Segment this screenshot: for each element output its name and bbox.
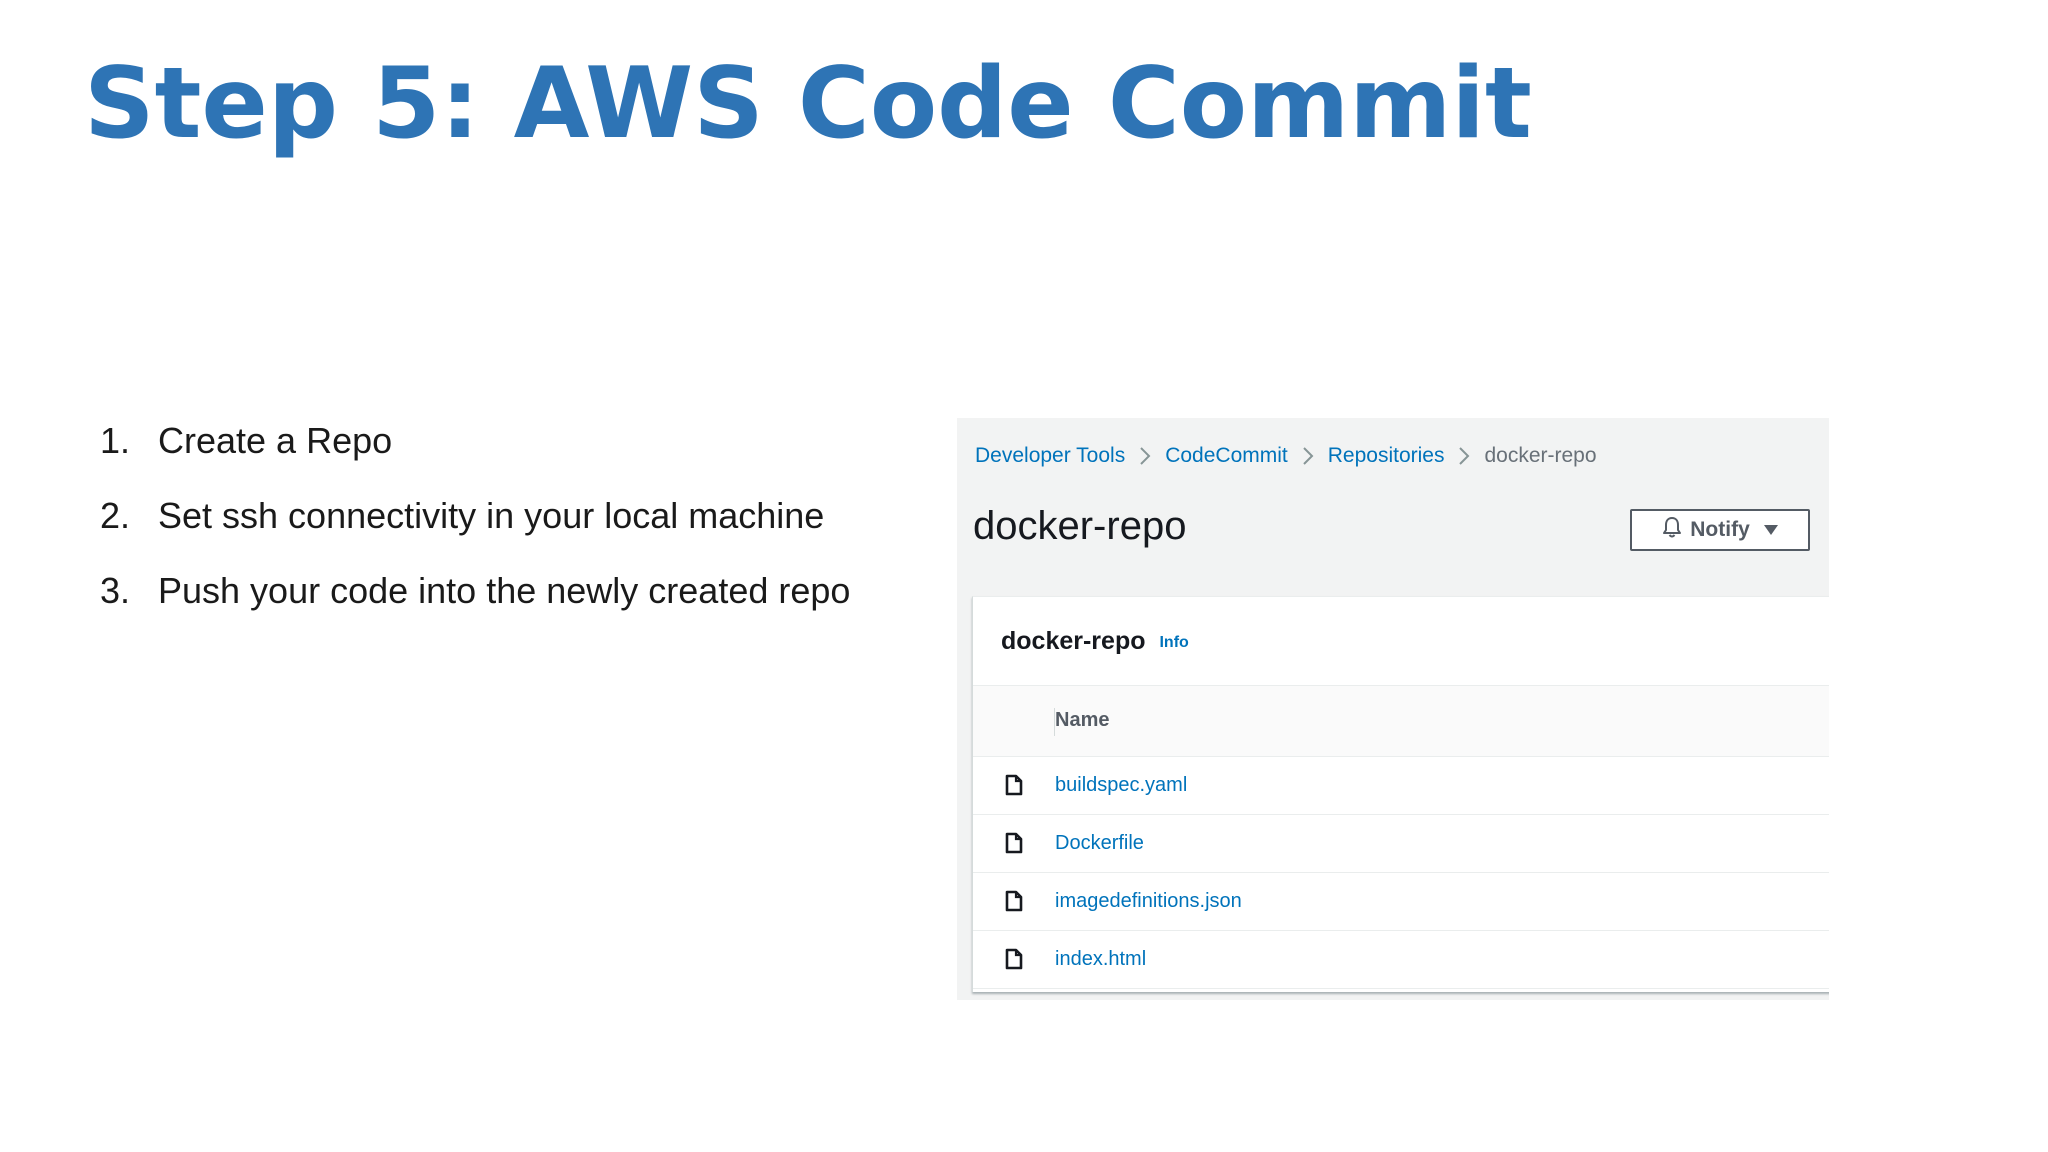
list-item: 3. Push your code into the newly created… — [100, 570, 850, 645]
list-item-number: 2. — [100, 495, 131, 536]
list-item-text: Set ssh connectivity in your local machi… — [158, 495, 825, 536]
table-row: Dockerfile — [973, 814, 1829, 873]
chevron-right-icon — [1288, 444, 1328, 468]
list-item: 2. Set ssh connectivity in your local ma… — [100, 495, 850, 570]
table-row: imagedefinitions.json — [973, 872, 1829, 931]
card-title: docker-repo — [1001, 626, 1146, 655]
chevron-right-icon — [1125, 444, 1165, 468]
bell-icon — [1662, 516, 1682, 544]
breadcrumb-repositories[interactable]: Repositories — [1328, 444, 1445, 468]
file-link[interactable]: buildspec.yaml — [1055, 756, 1829, 815]
chevron-right-icon — [1444, 444, 1484, 468]
file-link[interactable]: Dockerfile — [1055, 814, 1829, 873]
slide-title: Step 5: AWS Code Commit — [84, 47, 1532, 161]
file-link[interactable]: index.html — [1055, 930, 1829, 989]
table-header-name[interactable]: Name — [1055, 686, 1829, 757]
list-item: 1. Create a Repo — [100, 420, 850, 495]
table-header-icon-column — [973, 686, 1055, 757]
list-item-text: Create a Repo — [158, 420, 393, 461]
notify-button[interactable]: Notify — [1630, 509, 1810, 551]
breadcrumb-developer-tools[interactable]: Developer Tools — [975, 444, 1125, 468]
file-link[interactable]: imagedefinitions.json — [1055, 872, 1829, 931]
repository-card: docker-repo Info Name buildspec.yaml Doc… — [972, 596, 1829, 992]
file-icon — [973, 756, 1055, 815]
page-title: docker-repo — [973, 504, 1187, 548]
card-header: docker-repo Info — [973, 597, 1829, 686]
table-row: index.html — [973, 930, 1829, 989]
table-row: buildspec.yaml — [973, 756, 1829, 815]
notify-button-label: Notify — [1690, 518, 1750, 541]
file-icon — [973, 814, 1055, 873]
table-header-row: Name — [973, 686, 1829, 757]
breadcrumb-codecommit[interactable]: CodeCommit — [1165, 444, 1288, 468]
caret-down-icon — [1763, 525, 1778, 535]
list-item-number: 3. — [100, 570, 131, 611]
info-link[interactable]: Info — [1159, 634, 1188, 652]
file-icon — [973, 930, 1055, 989]
breadcrumb: Developer Tools CodeCommit Repositories … — [975, 444, 1597, 468]
list-item-text: Push your code into the newly created re… — [158, 570, 851, 611]
codecommit-screenshot: Developer Tools CodeCommit Repositories … — [957, 418, 1829, 1000]
file-icon — [973, 872, 1055, 931]
list-item-number: 1. — [100, 420, 131, 461]
file-table: Name buildspec.yaml Dockerfile imagedefi… — [973, 686, 1829, 989]
steps-list: 1. Create a Repo 2. Set ssh connectivity… — [100, 420, 850, 645]
breadcrumb-current: docker-repo — [1484, 444, 1597, 467]
